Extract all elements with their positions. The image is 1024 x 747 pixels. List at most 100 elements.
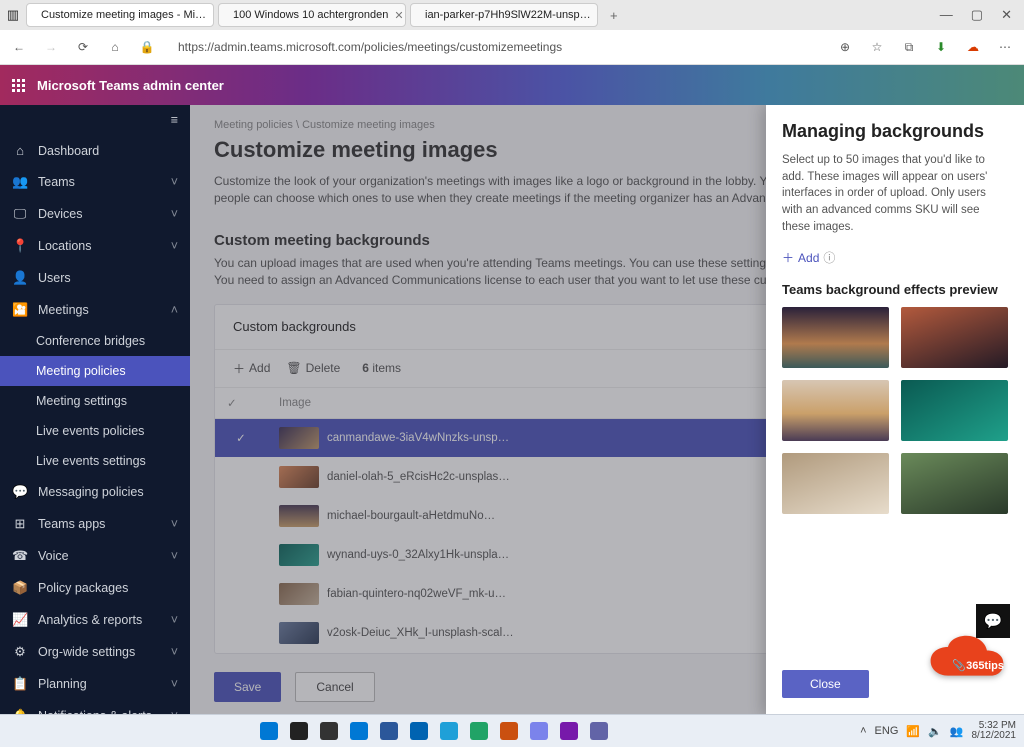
chevron-down-icon: ˅ xyxy=(171,677,178,691)
browser-tab-2[interactable]: 100 Windows 10 achtergronden ✕ xyxy=(218,3,406,27)
tips-cloud-label: 📎365tips xyxy=(952,659,1004,672)
nav-item[interactable]: 📈Analytics & reports˅ xyxy=(0,604,190,636)
close-icon[interactable]: ✕ xyxy=(394,9,403,22)
taskbar-app[interactable] xyxy=(260,722,278,740)
nav-item[interactable]: ⊞Teams apps˅ xyxy=(0,508,190,540)
breadcrumb-link[interactable]: Meeting policies xyxy=(214,119,293,131)
taskbar-app[interactable] xyxy=(440,722,458,740)
taskbar-app[interactable] xyxy=(320,722,338,740)
waffle-icon[interactable] xyxy=(12,79,25,92)
nav-item[interactable]: 📦Policy packages xyxy=(0,572,190,604)
nav-item[interactable]: 👤 Users xyxy=(0,262,190,294)
close-icon[interactable]: ✕ xyxy=(212,9,214,22)
nav-label: Users xyxy=(38,271,71,285)
nav-item[interactable]: ☎Voice˅ xyxy=(0,540,190,572)
panel-close-button[interactable]: Close xyxy=(782,670,869,698)
nav-subitem[interactable]: Live events policies xyxy=(0,416,190,446)
tb-icon-4[interactable]: ☁ xyxy=(964,40,982,54)
app-menu-icon[interactable]: ▥ xyxy=(4,7,22,23)
row-check[interactable] xyxy=(215,457,267,496)
tb-icon-0[interactable]: ⊕ xyxy=(836,40,854,54)
row-check[interactable] xyxy=(215,496,267,535)
nav-item[interactable]: ⌂Dashboard xyxy=(0,135,190,166)
nav-item[interactable]: 💬Messaging policies xyxy=(0,476,190,508)
row-name: fabian-quintero-nq02weVF_mk-u… xyxy=(327,588,506,600)
maximize-button[interactable]: ▢ xyxy=(971,7,983,23)
home-button[interactable]: ⌂ xyxy=(106,40,124,54)
toggle-label: Custom backgrounds xyxy=(233,319,356,334)
hamburger-icon[interactable]: ≡ xyxy=(159,105,190,135)
chat-fab[interactable]: 💬 xyxy=(976,604,1010,638)
taskbar-app[interactable] xyxy=(500,722,518,740)
row-check[interactable]: ✓ xyxy=(215,418,267,457)
taskbar-app[interactable] xyxy=(560,722,578,740)
preview-tile[interactable] xyxy=(901,307,1008,368)
close-icon[interactable]: ✕ xyxy=(597,9,598,22)
nav-label: Teams xyxy=(38,175,75,189)
row-thumb xyxy=(279,466,319,488)
nav-icon: ☎ xyxy=(12,548,28,564)
panel-desc: Select up to 50 images that you'd like t… xyxy=(782,152,1008,235)
tb-icon-3[interactable]: ⬇ xyxy=(932,40,950,54)
row-check[interactable] xyxy=(215,535,267,574)
row-name: canmandawe-3iaV4wNnzks-unsp… xyxy=(327,432,509,444)
minimize-button[interactable]: — xyxy=(940,7,953,23)
nav-icon: 👥 xyxy=(12,174,28,190)
tray-clock[interactable]: 5:32 PM 8/12/2021 xyxy=(972,721,1017,742)
nav-item[interactable]: 📋Planning˅ xyxy=(0,668,190,700)
tray-net-icon[interactable]: 📶 xyxy=(906,725,920,738)
col-image: Image xyxy=(267,388,778,419)
row-check[interactable] xyxy=(215,613,267,652)
close-window-button[interactable]: ✕ xyxy=(1001,7,1012,23)
nav-item[interactable]: 🖵Devices˅ xyxy=(0,198,190,230)
save-button[interactable]: Save xyxy=(214,672,281,702)
taskbar-app[interactable] xyxy=(410,722,428,740)
preview-tile[interactable] xyxy=(782,453,889,514)
taskbar-app[interactable] xyxy=(290,722,308,740)
refresh-button[interactable]: ⟳ xyxy=(74,40,92,54)
nav-item[interactable]: 🎦Meetings˄ xyxy=(0,294,190,326)
taskbar-app[interactable] xyxy=(350,722,368,740)
breadcrumb-current: Customize meeting images xyxy=(302,119,435,131)
tb-icon-5[interactable]: ⋯ xyxy=(996,40,1014,54)
taskbar-app[interactable] xyxy=(590,722,608,740)
tb-icon-2[interactable]: ⧉ xyxy=(900,40,918,55)
app-title: Microsoft Teams admin center xyxy=(37,78,224,93)
nav-subitem[interactable]: Meeting policies xyxy=(0,356,190,386)
back-button[interactable]: ← xyxy=(10,40,28,54)
nav-item[interactable]: 👥Teams˅ xyxy=(0,166,190,198)
browser-tab-3[interactable]: ian-parker-p7Hh9SlW22M-unsp… ✕ xyxy=(410,3,598,27)
nav-subitem[interactable]: Meeting settings xyxy=(0,386,190,416)
row-name: daniel-olah-5_eRcisHc2c-unsplas… xyxy=(327,471,510,483)
nav-subitem[interactable]: Live events settings xyxy=(0,446,190,476)
forward-button[interactable]: → xyxy=(42,40,60,54)
panel-add-button[interactable]: Add xyxy=(798,251,819,265)
nav-label: Dashboard xyxy=(38,144,99,158)
cancel-button[interactable]: Cancel xyxy=(295,672,374,702)
tray-sound-icon[interactable]: 🔈 xyxy=(928,725,942,738)
chevron-down-icon: ˅ xyxy=(171,549,178,563)
taskbar-app[interactable] xyxy=(530,722,548,740)
row-check[interactable] xyxy=(215,574,267,613)
tb-icon-1[interactable]: ☆ xyxy=(868,40,886,54)
preview-tile[interactable] xyxy=(901,380,1008,441)
tray-lang[interactable]: ENG xyxy=(875,725,899,737)
browser-tab-1[interactable]: Customize meeting images - Mi… ✕ xyxy=(26,3,214,27)
nav-item[interactable]: 📍Locations˅ xyxy=(0,230,190,262)
delete-action[interactable]: 🗑Delete xyxy=(286,361,340,375)
tray-up-icon[interactable]: ˄ xyxy=(860,725,866,737)
nav-icon: 👤 xyxy=(12,270,28,286)
select-all-checkbox[interactable]: ✓ xyxy=(215,388,267,419)
taskbar-app[interactable] xyxy=(470,722,488,740)
new-tab-button[interactable]: + xyxy=(602,8,626,23)
taskbar-app[interactable] xyxy=(380,722,398,740)
nav-subitem[interactable]: Conference bridges xyxy=(0,326,190,356)
preview-tile[interactable] xyxy=(782,307,889,368)
address-bar[interactable]: https://admin.teams.microsoft.com/polici… xyxy=(170,36,822,58)
preview-tile[interactable] xyxy=(782,380,889,441)
add-action[interactable]: ＋Add xyxy=(233,360,270,377)
nav-item[interactable]: ⚙Org-wide settings˅ xyxy=(0,636,190,668)
tray-teams-icon[interactable]: 👥 xyxy=(950,725,964,738)
preview-tile[interactable] xyxy=(901,453,1008,514)
info-icon[interactable]: ⓘ xyxy=(823,249,835,266)
